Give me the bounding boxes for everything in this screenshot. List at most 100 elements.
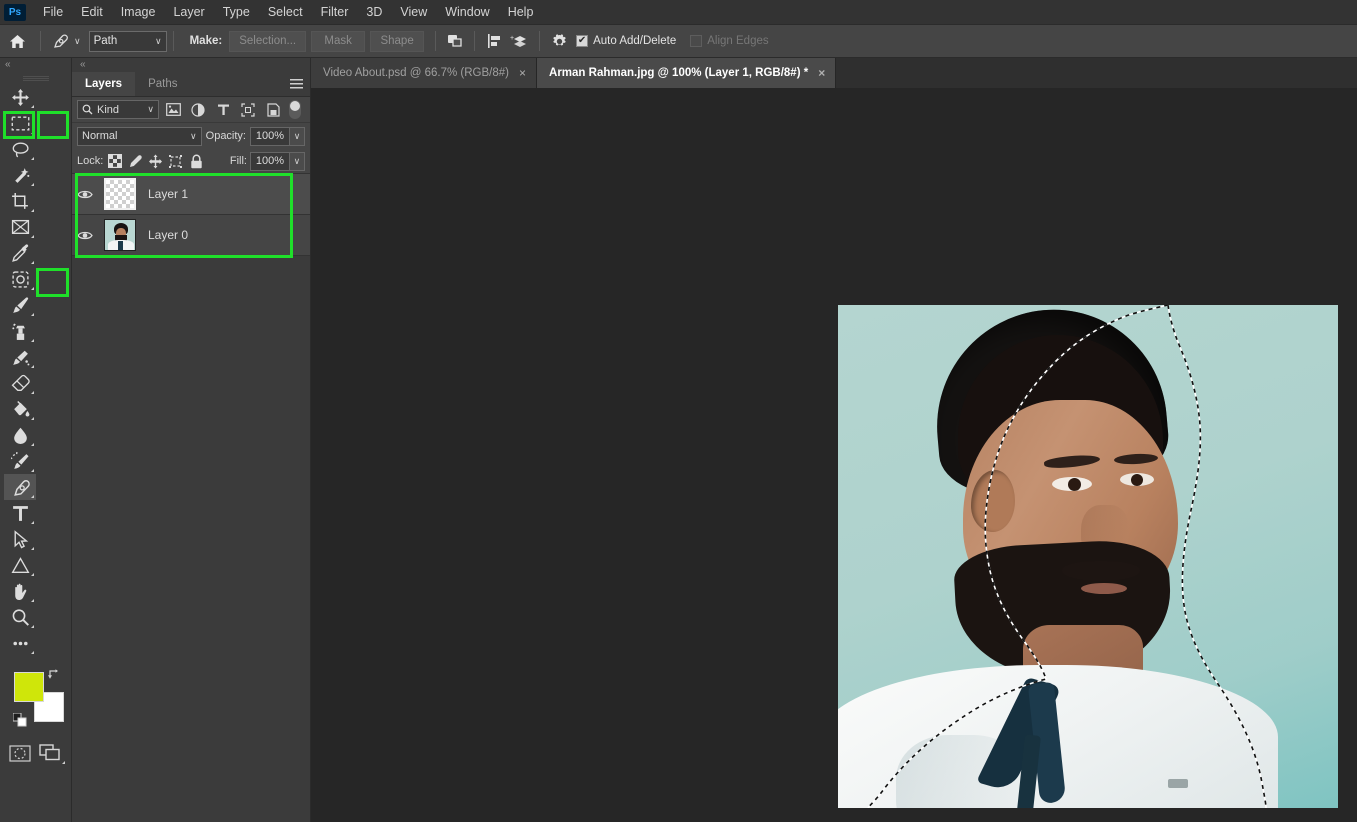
- tab-paths[interactable]: Paths: [135, 72, 191, 96]
- toolbar-collapse-button[interactable]: «: [0, 58, 71, 72]
- home-icon[interactable]: [0, 34, 34, 49]
- filter-adjustment-icon[interactable]: [187, 100, 209, 120]
- tool-preset-caret[interactable]: ∨: [74, 36, 81, 47]
- path-selection-tool[interactable]: [4, 526, 36, 552]
- toolbar-drag-handle[interactable]: [0, 72, 71, 84]
- path-alignment-icon[interactable]: [481, 30, 507, 52]
- clone-stamp-icon: [11, 322, 25, 340]
- default-colors-icon[interactable]: [12, 712, 27, 732]
- document-tab-video-about[interactable]: Video About.psd @ 66.7% (RGB/8#) ×: [311, 58, 538, 88]
- menu-item-edit[interactable]: Edit: [72, 2, 112, 22]
- layer-thumbnail[interactable]: [98, 219, 142, 251]
- auto-add-delete-checkbox[interactable]: ✔ Auto Add/Delete: [576, 35, 676, 47]
- fill-input[interactable]: 100%: [249, 151, 290, 171]
- rectangular-marquee-tool[interactable]: [4, 110, 36, 136]
- filter-type-icon[interactable]: [212, 100, 234, 120]
- edit-toolbar-tool[interactable]: [4, 630, 36, 656]
- pen-icon: [13, 479, 30, 496]
- panel-collapse-button[interactable]: «: [72, 58, 310, 72]
- brush-tool[interactable]: [4, 292, 36, 318]
- clone-stamp-tool[interactable]: [4, 318, 36, 344]
- eyedropper-tool[interactable]: [4, 240, 36, 266]
- menu-item-3d[interactable]: 3D: [357, 2, 391, 22]
- make-label: Make:: [189, 35, 223, 47]
- blend-mode-select[interactable]: Normal ∨: [77, 126, 202, 146]
- zoom-tool[interactable]: [4, 604, 36, 630]
- dodge-tool[interactable]: [4, 448, 36, 474]
- eraser-tool[interactable]: [4, 370, 36, 396]
- layer-row[interactable]: Layer 0: [72, 215, 310, 256]
- gradient-tool[interactable]: [4, 396, 36, 422]
- triangle-shape-icon: [11, 556, 29, 573]
- layer-visibility-toggle[interactable]: [72, 189, 98, 200]
- menu-item-help[interactable]: Help: [499, 2, 543, 22]
- fill-caret-icon[interactable]: ∨: [289, 151, 305, 171]
- filter-toggle-switch[interactable]: [289, 100, 301, 119]
- type-t-icon: [12, 505, 28, 521]
- checkbox-checked-icon: ✔: [576, 35, 589, 47]
- tab-layers[interactable]: Layers: [72, 72, 136, 96]
- quick-mask-icon[interactable]: [4, 740, 36, 766]
- menu-item-view[interactable]: View: [391, 2, 436, 22]
- filter-kind-label: Kind: [97, 103, 120, 116]
- magic-wand-icon: [14, 167, 29, 183]
- path-mode-select[interactable]: Path ∨: [88, 30, 167, 52]
- foreground-color-swatch[interactable]: [14, 672, 44, 702]
- lip-shape: [1081, 583, 1127, 594]
- type-tool[interactable]: [4, 500, 36, 526]
- menu-item-layer[interactable]: Layer: [164, 2, 213, 22]
- pen-tool[interactable]: [4, 474, 36, 500]
- lasso-tool[interactable]: [4, 136, 36, 162]
- path-arrangement-icon[interactable]: +: [507, 30, 533, 52]
- move-tool[interactable]: [4, 84, 36, 110]
- menu-item-window[interactable]: Window: [436, 2, 498, 22]
- swap-colors-icon[interactable]: [47, 668, 61, 685]
- canvas-workspace[interactable]: [311, 88, 1357, 822]
- eye-icon: [77, 231, 93, 239]
- close-icon[interactable]: ×: [519, 66, 526, 80]
- opacity-caret-icon[interactable]: ∨: [290, 126, 305, 146]
- blur-droplet-icon: [13, 427, 27, 444]
- lock-artboard-nesting-icon[interactable]: [167, 151, 184, 171]
- filter-smart-object-icon[interactable]: [262, 100, 284, 120]
- menu-item-file[interactable]: File: [34, 2, 72, 22]
- lock-image-pixels-icon[interactable]: [127, 151, 144, 171]
- document-canvas[interactable]: [838, 305, 1338, 808]
- frame-icon: [11, 219, 29, 234]
- layer-visibility-toggle[interactable]: [72, 230, 98, 241]
- frame-tool[interactable]: [4, 214, 36, 240]
- lock-all-icon[interactable]: [188, 151, 205, 171]
- menu-item-type[interactable]: Type: [214, 2, 259, 22]
- filter-shape-icon[interactable]: [237, 100, 259, 120]
- make-selection-button[interactable]: Selection...: [229, 30, 307, 52]
- screen-mode-icon[interactable]: [36, 740, 68, 766]
- filter-kind-select[interactable]: Kind ∨: [77, 100, 159, 119]
- make-shape-button[interactable]: Shape: [370, 30, 425, 52]
- spot-healing-brush-tool[interactable]: [4, 266, 36, 292]
- crop-tool[interactable]: [4, 188, 36, 214]
- history-brush-tool[interactable]: [4, 344, 36, 370]
- tool-preset-picker[interactable]: ∨: [47, 32, 85, 51]
- lock-position-icon[interactable]: [147, 151, 164, 171]
- hand-tool[interactable]: [4, 578, 36, 604]
- options-bar: ∨ Path ∨ Make: Selection... Mask Shape +…: [0, 25, 1357, 58]
- opacity-input[interactable]: 100%: [250, 126, 290, 146]
- path-operations-icon[interactable]: [442, 30, 468, 52]
- lock-transparent-pixels-icon[interactable]: [106, 151, 123, 171]
- layer-row[interactable]: Layer 1: [72, 174, 310, 215]
- magic-wand-tool[interactable]: [4, 162, 36, 188]
- layer-thumbnail[interactable]: [98, 178, 142, 210]
- shape-tool[interactable]: [4, 552, 36, 578]
- blur-tool[interactable]: [4, 422, 36, 448]
- menu-item-select[interactable]: Select: [259, 2, 312, 22]
- panel-menu-icon[interactable]: [290, 79, 303, 90]
- layers-list: Layer 1 Layer 0: [72, 173, 310, 258]
- close-icon[interactable]: ×: [818, 66, 825, 80]
- photoshop-logo: Ps: [4, 3, 26, 21]
- menu-item-image[interactable]: Image: [112, 2, 165, 22]
- menu-item-filter[interactable]: Filter: [312, 2, 358, 22]
- document-tab-arman-rahman[interactable]: Arman Rahman.jpg @ 100% (Layer 1, RGB/8#…: [537, 58, 837, 88]
- filter-pixel-icon[interactable]: [162, 100, 184, 120]
- make-mask-button[interactable]: Mask: [311, 30, 366, 52]
- gear-icon[interactable]: [546, 30, 572, 52]
